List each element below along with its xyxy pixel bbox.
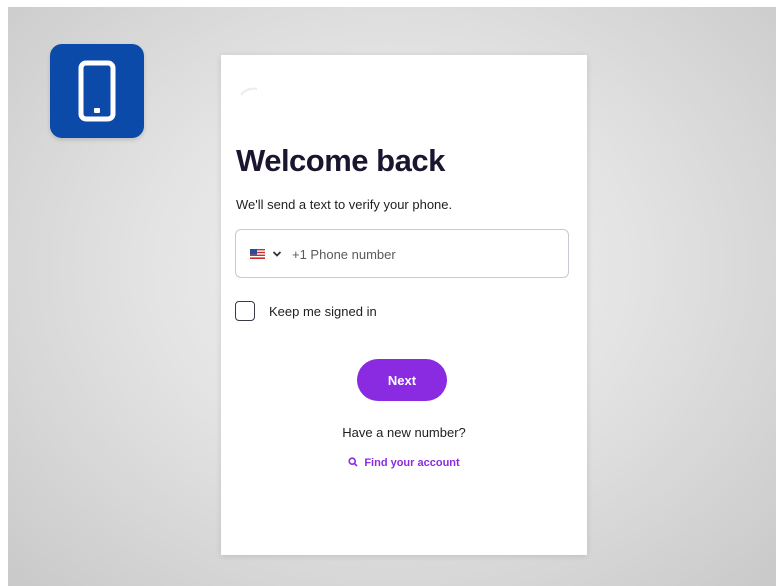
find-account-link[interactable]: Find your account (221, 457, 587, 469)
keep-signed-in-checkbox[interactable] (235, 301, 255, 321)
page-subtitle: We'll send a text to verify your phone. (236, 197, 453, 212)
login-card: Welcome back We'll send a text to verify… (221, 55, 587, 555)
smartphone-icon (78, 60, 116, 122)
phone-app-badge (50, 44, 144, 138)
brand-logo-icon (240, 87, 258, 96)
phone-number-input[interactable] (292, 242, 552, 266)
phone-field (235, 229, 569, 278)
us-flag-icon[interactable] (250, 249, 265, 259)
slide-background: Welcome back We'll send a text to verify… (8, 7, 776, 586)
page-title: Welcome back (236, 143, 445, 178)
new-number-prompt: Have a new number? (342, 425, 466, 440)
find-account-label: Find your account (364, 457, 460, 469)
search-icon (348, 457, 358, 467)
chevron-down-icon[interactable] (272, 249, 282, 259)
keep-signed-in-label: Keep me signed in (269, 304, 377, 319)
next-button[interactable]: Next (357, 359, 447, 401)
